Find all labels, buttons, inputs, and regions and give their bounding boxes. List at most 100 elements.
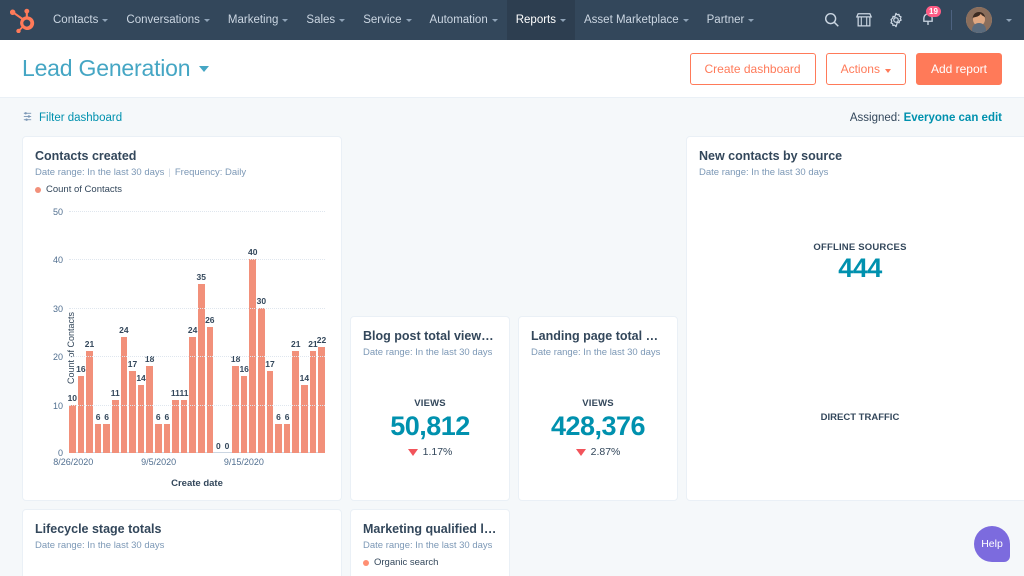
chevron-down-icon [560, 19, 567, 22]
kpi-secondary-label: DIRECT TRAFFIC [820, 412, 900, 423]
bar[interactable] [137, 385, 145, 453]
nav-item-automation[interactable]: Automation [421, 0, 507, 40]
add-report-button[interactable]: Add report [915, 52, 1002, 85]
bar-column[interactable]: 18 [145, 211, 154, 453]
bar[interactable] [94, 423, 102, 453]
nav-item-partner[interactable]: Partner [698, 0, 764, 40]
bar[interactable] [77, 375, 85, 453]
bar[interactable] [103, 423, 110, 453]
bar[interactable] [240, 375, 248, 453]
bar[interactable] [69, 404, 76, 453]
search-icon[interactable] [823, 11, 841, 29]
bar-column[interactable]: 22 [316, 211, 327, 453]
bar-column[interactable]: 6 [154, 211, 162, 453]
bar-column[interactable]: 40 [248, 211, 258, 453]
bar-column[interactable]: 17 [128, 211, 137, 453]
chevron-down-icon[interactable] [1006, 19, 1012, 22]
bar-column[interactable]: 14 [136, 211, 146, 453]
bar[interactable] [301, 385, 308, 453]
bar-column[interactable]: 0 [215, 211, 222, 453]
bar-column[interactable]: 6 [94, 211, 102, 453]
gear-icon[interactable] [887, 11, 905, 29]
legend-item[interactable]: Organic search [363, 557, 438, 568]
bar-column[interactable]: 30 [257, 211, 266, 453]
help-button[interactable]: Help [974, 526, 1010, 562]
bar-value-label: 6 [284, 411, 290, 422]
kpi-value: 50,812 [390, 411, 470, 441]
bar-column[interactable]: 11 [171, 211, 180, 453]
legend-item[interactable]: Count of Contacts [35, 184, 122, 195]
bar-column[interactable]: 6 [103, 211, 110, 453]
nav-item-conversations[interactable]: Conversations [117, 0, 219, 40]
nav-item-sales[interactable]: Sales [297, 0, 354, 40]
bar-column[interactable]: 26 [205, 211, 215, 453]
page-header: Lead Generation Create dashboard Actions… [0, 40, 1024, 98]
y-axis-tick: 20 [52, 352, 63, 363]
bar-column[interactable]: 24 [119, 211, 129, 453]
marketplace-icon[interactable] [855, 11, 873, 29]
bar-column[interactable]: 17 [265, 211, 275, 453]
bar-column[interactable]: 6 [275, 211, 282, 453]
bar[interactable] [283, 423, 291, 453]
notifications-bell-icon[interactable]: 19 [919, 6, 941, 29]
bar-value-label: 40 [248, 247, 258, 258]
chevron-down-icon [405, 19, 412, 22]
bar-column[interactable]: 18 [231, 211, 240, 453]
actions-button[interactable]: Actions [825, 52, 906, 85]
bar[interactable] [180, 399, 188, 453]
bar-column[interactable]: 11 [180, 211, 189, 453]
bar-column[interactable]: 21 [85, 211, 94, 453]
bar[interactable] [258, 307, 265, 453]
dashboard-title-selector[interactable]: Lead Generation [22, 55, 210, 82]
nav-item-contacts[interactable]: Contacts [44, 0, 117, 40]
nav-item-service[interactable]: Service [354, 0, 420, 40]
assigned-value[interactable]: Everyone can edit [904, 112, 1002, 124]
bar-value-label: 22 [316, 334, 327, 345]
bar[interactable] [146, 365, 153, 453]
bar-column[interactable]: 6 [163, 211, 171, 453]
filter-dashboard-label: Filter dashboard [39, 112, 123, 124]
create-dashboard-button[interactable]: Create dashboard [689, 52, 816, 85]
bar[interactable] [232, 365, 239, 453]
bar-column[interactable]: 6 [283, 211, 291, 453]
nav-item-asset-marketplace[interactable]: Asset Marketplace [575, 0, 698, 40]
bar[interactable] [111, 399, 119, 453]
nav-item-reports[interactable]: Reports [506, 0, 576, 40]
bar-column[interactable]: 21 [291, 211, 300, 453]
bar-column[interactable]: 0 [224, 211, 231, 453]
bar[interactable] [189, 336, 196, 453]
bar[interactable] [129, 370, 136, 453]
bar-value-label: 16 [239, 363, 249, 374]
nav-item-marketing[interactable]: Marketing [219, 0, 298, 40]
bar[interactable] [197, 283, 205, 453]
bar[interactable] [206, 327, 214, 453]
nav-item-label: Contacts [53, 14, 99, 26]
bar[interactable] [292, 351, 300, 453]
bar[interactable] [266, 370, 274, 453]
bar[interactable] [163, 423, 171, 453]
bar-column[interactable]: 16 [239, 211, 249, 453]
avatar[interactable] [966, 7, 992, 33]
bar-column[interactable]: 10 [67, 211, 78, 453]
bar-column[interactable]: 21 [308, 211, 318, 453]
bar[interactable] [154, 423, 162, 453]
bar-column[interactable]: 14 [300, 211, 309, 453]
bar-value-label: 6 [276, 411, 281, 422]
bar[interactable] [275, 423, 282, 453]
bar-column[interactable]: 16 [76, 211, 86, 453]
bar[interactable] [86, 351, 93, 453]
bar-column[interactable]: 35 [196, 211, 206, 453]
bar[interactable] [318, 346, 325, 453]
bar-column[interactable]: 11 [111, 211, 120, 453]
bar[interactable] [172, 399, 179, 453]
bar-column[interactable]: 24 [188, 211, 197, 453]
bar-value-label: 26 [205, 315, 215, 326]
bar[interactable] [120, 336, 128, 453]
chevron-down-icon [199, 65, 210, 72]
filter-dashboard-button[interactable]: Filter dashboard [22, 111, 122, 125]
bar-value-label: 10 [67, 392, 78, 403]
bar[interactable] [309, 351, 317, 453]
report-card-landing-page-total-views: Landing page total vie... Date range: In… [518, 316, 678, 501]
hubspot-sprocket-logo-icon[interactable] [9, 7, 36, 34]
card-title: New contacts by source [699, 149, 843, 163]
